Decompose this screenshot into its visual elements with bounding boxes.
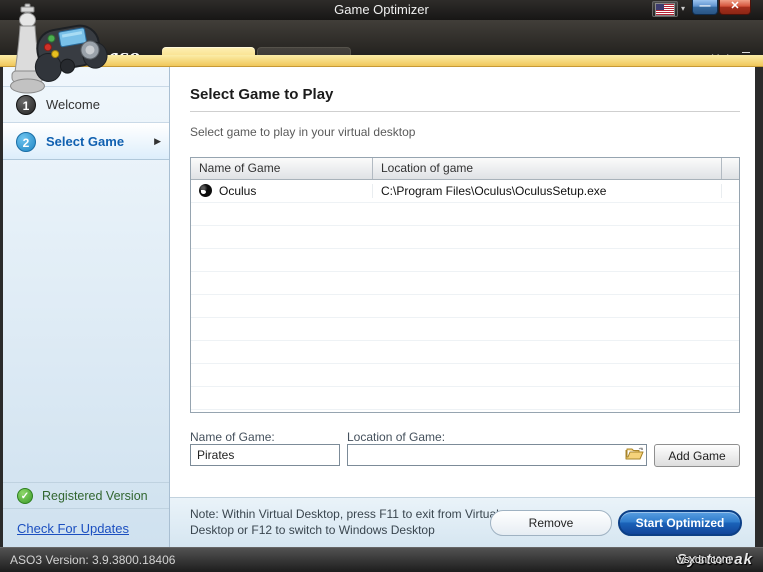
sidebar: 1 Welcome 2 Select Game ▶ ✓ Registered V…: [3, 67, 170, 547]
table-empty-row: [191, 203, 739, 226]
app-logo-chess-gamepad-icon: [2, 2, 108, 94]
table-empty-row: [191, 249, 739, 272]
watermark-overlay-text: wsxdn.com: [676, 554, 731, 566]
location-of-game-label: Location of Game:: [347, 430, 445, 444]
chevron-right-icon: ▶: [154, 136, 161, 147]
window-title: Game Optimizer: [0, 0, 763, 20]
name-of-game-label: Name of Game:: [190, 430, 275, 444]
game-name-cell: Oculus: [191, 184, 373, 198]
footer-note-bar: Note: Within Virtual Desktop, press F11 …: [170, 497, 755, 547]
table-empty-row: [191, 318, 739, 341]
table-empty-row: [191, 387, 739, 410]
game-location-cell: C:\Program Files\Oculus\OculusSetup.exe: [373, 184, 722, 198]
table-empty-row: [191, 295, 739, 318]
version-text: ASO3 Version: 3.9.3800.18406: [10, 548, 175, 572]
sidebar-item-label: Select Game: [46, 134, 124, 149]
game-location-input-wrap: [347, 444, 647, 466]
table-row[interactable]: Oculus C:\Program Files\Oculus\OculusSet…: [191, 180, 739, 203]
table-empty-row: [191, 341, 739, 364]
table-empty-row: [191, 364, 739, 387]
watermark: Systweak wsxdn.com: [623, 550, 753, 570]
game-table[interactable]: Name of Game Location of game Oculus C:\…: [190, 157, 740, 413]
title-divider: [190, 111, 740, 112]
registered-version-label: Registered Version: [42, 489, 148, 503]
language-flag-button[interactable]: [652, 1, 678, 17]
remove-button[interactable]: Remove: [490, 510, 612, 536]
check-for-updates-row: Check For Updates: [3, 508, 169, 547]
step-1-badge: 1: [16, 95, 36, 115]
app-window: Game Optimizer ▾ — ✕ aso Optimize Settin…: [0, 0, 763, 572]
page-title: Select Game to Play: [190, 86, 333, 103]
table-empty-row: [191, 272, 739, 295]
header-band: aso Optimize Settings Help ▾: [0, 20, 763, 55]
virtual-desktop-note: Note: Within Virtual Desktop, press F11 …: [190, 506, 500, 538]
game-name-input[interactable]: [190, 444, 340, 466]
column-header-name[interactable]: Name of Game: [191, 158, 373, 179]
game-location-input[interactable]: [348, 446, 624, 464]
table-empty-row: [191, 410, 739, 413]
browse-folder-button[interactable]: [624, 446, 646, 464]
column-header-spacer: [722, 158, 739, 179]
game-table-body: Oculus C:\Program Files\Oculus\OculusSet…: [191, 180, 739, 413]
status-bar: ASO3 Version: 3.9.3800.18406 Systweak ws…: [0, 547, 763, 572]
step-2-badge: 2: [16, 132, 36, 152]
check-for-updates-link[interactable]: Check For Updates: [17, 521, 129, 536]
table-empty-row: [191, 226, 739, 249]
add-game-button[interactable]: Add Game: [654, 444, 740, 467]
start-optimized-button[interactable]: Start Optimized: [618, 510, 742, 536]
open-folder-icon: [625, 446, 645, 461]
table-header[interactable]: Name of Game Location of game: [191, 158, 739, 180]
minimize-button[interactable]: —: [692, 0, 718, 15]
main-panel: Select Game to Play Select game to play …: [170, 67, 755, 547]
us-flag-icon: [656, 4, 674, 15]
titlebar[interactable]: Game Optimizer ▾ — ✕: [0, 0, 763, 20]
registered-version-status: ✓ Registered Version: [3, 482, 169, 508]
oculus-game-icon: [199, 184, 212, 197]
sidebar-item-label: Welcome: [46, 97, 100, 112]
gold-accent-strip: [0, 55, 763, 67]
column-header-location[interactable]: Location of game: [373, 158, 722, 179]
page-subtitle: Select game to play in your virtual desk…: [190, 125, 415, 139]
sidebar-item-select-game[interactable]: 2 Select Game ▶: [3, 123, 169, 160]
green-check-icon: ✓: [17, 488, 33, 504]
close-button[interactable]: ✕: [719, 0, 751, 15]
language-dropdown-icon[interactable]: ▾: [681, 4, 685, 13]
